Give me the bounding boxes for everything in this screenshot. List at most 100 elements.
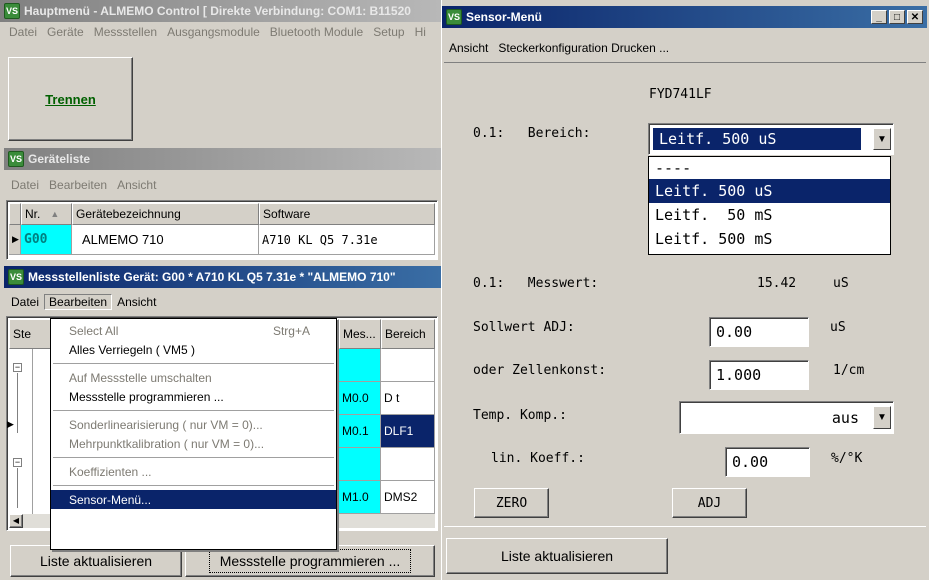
setpoint-input[interactable]: 0.00 [709,317,809,347]
close-icon[interactable]: ✕ [907,10,923,24]
lin-coeff-input[interactable]: 0.00 [725,447,810,477]
channel-menu-bearbeiten[interactable]: Bearbeiten [44,294,113,310]
adj-button[interactable]: ADJ [672,488,747,518]
table-row[interactable]: ▶ G00 ALMEMO 710 A710 KL Q5 7.31e [9,225,435,255]
setpoint-label: Sollwert ADJ: [473,320,575,335]
menu-item-select-all[interactable]: Select All Strg+A [51,321,336,340]
col-header-geraetebezeichnung[interactable]: Gerätebezeichnung [72,203,259,225]
disconnect-button[interactable]: Trennen [8,57,133,141]
col-header-mes[interactable]: Mes... [339,319,381,349]
sensor-window-titlebar[interactable]: VS Sensor-Menü _ □ ✕ [442,6,927,28]
range-dropdown-value: Leitf. 500 uS [653,128,861,150]
lin-coeff-unit: %/°K [831,451,863,466]
menu-item-special-linearization[interactable]: Sonderlinearisierung ( nur VM = 0)... [51,415,336,434]
channel-list-titlebar[interactable]: VS Messstellenliste Gerät: G00 * A710 KL… [4,266,441,288]
menu-item-program-channel[interactable]: Messstelle programmieren ... [51,387,336,406]
setpoint-unit: uS [830,320,846,335]
bereich-cell[interactable]: D t [381,382,435,415]
menu-separator [53,485,334,486]
measured-label: 0.1: Messwert: [473,276,599,291]
device-menu-bearbeiten[interactable]: Bearbeiten [44,178,112,192]
range-option[interactable]: Leitf. 500 mS [649,227,890,251]
tree-collapse-icon[interactable]: − [13,458,22,467]
range-option-selected[interactable]: Leitf. 500 uS [649,179,890,203]
temp-comp-dropdown[interactable]: aus ▼ [679,401,894,434]
device-menu-ansicht[interactable]: Ansicht [112,178,161,192]
menu-item-lock-all[interactable]: Alles Verriegeln ( VM5 ) [51,340,336,359]
device-grid-corner [9,203,21,225]
device-list-icon: VS [8,151,24,167]
device-list-title: Geräteliste [28,152,91,166]
sensor-name: FYD741LF [649,87,712,102]
bereich-cell-selected[interactable]: DLF1 [381,415,435,448]
sensor-app-icon: VS [446,9,462,25]
channel-menu-ansicht[interactable]: Ansicht [112,295,161,309]
menu-datei[interactable]: Datei [4,25,42,39]
device-nr-cell[interactable]: G00 [21,225,72,255]
sensor-menu-print-config[interactable]: Steckerkonfiguration Drucken ... [493,41,674,55]
temp-comp-label: Temp. Komp.: [473,408,567,423]
col-header-software[interactable]: Software [259,203,435,225]
mes-cell[interactable]: M0.0 [339,382,381,415]
sensor-panel: FYD741LF 0.1: Bereich: Leitf. 500 uS ▼ -… [444,62,926,527]
cell-constant-input[interactable]: 1.000 [709,360,809,390]
mes-cell[interactable] [339,349,381,382]
temp-comp-arrow-icon[interactable]: ▼ [873,406,891,429]
col-header-bereich[interactable]: Bereich [381,319,435,349]
device-software-cell[interactable]: A710 KL Q5 7.31e [259,225,435,255]
main-window-titlebar[interactable]: VS Hauptmenü - ALMEMO Control [ Direkte … [0,0,441,22]
zero-button[interactable]: ZERO [474,488,549,518]
cell-constant-label: oder Zellenkonst: [473,363,607,378]
device-menu-datei[interactable]: Datei [6,178,44,192]
col-header-nr[interactable]: Nr. ▲ [21,203,72,225]
main-menubar: Datei Geräte Messstellen Ausgangsmodule … [4,22,441,42]
range-option[interactable]: Leitf. 50 mS [649,203,890,227]
sensor-menubar: Ansicht Steckerkonfiguration Drucken ... [444,38,924,58]
channel-list-menubar: Datei Bearbeiten Ansicht [6,292,436,312]
tree-collapse-icon[interactable]: − [13,363,22,372]
menu-hilfe[interactable]: Hi [410,25,431,39]
channel-list-title: Messstellenliste Gerät: G00 * A710 KL Q5… [28,270,396,284]
tree-line [17,373,18,433]
mes-cell[interactable] [339,448,381,481]
menu-ausgangsmodule[interactable]: Ausgangsmodule [162,25,265,39]
sensor-menu-ansicht[interactable]: Ansicht [444,41,493,55]
menu-item-sensor-menu[interactable]: Sensor-Menü... [51,490,336,509]
measured-value: 15.42 [757,276,797,291]
window-controls: _ □ ✕ [869,10,923,24]
menu-geraete[interactable]: Geräte [42,25,89,39]
device-name-cell[interactable]: ALMEMO 710 [72,225,259,255]
menu-bluetooth-module[interactable]: Bluetooth Module [265,25,368,39]
menu-separator [53,410,334,411]
sensor-refresh-button[interactable]: Liste aktualisieren [446,538,668,574]
maximize-icon[interactable]: □ [889,10,905,24]
bereich-cell[interactable] [381,448,435,481]
range-label: 0.1: Bereich: [473,126,591,141]
menu-item-multipoint-calibration[interactable]: Mehrpunktkalibration ( nur VM = 0)... [51,434,336,453]
main-window: VS Hauptmenü - ALMEMO Control [ Direkte … [0,0,441,580]
range-dropdown-arrow-icon[interactable]: ▼ [873,128,891,150]
tree-column: − ▶ − [7,349,33,514]
mes-cell[interactable]: M1.0 [339,481,381,514]
channel-menu-datei[interactable]: Datei [6,295,44,309]
menu-setup[interactable]: Setup [368,25,409,39]
cell-constant-unit: 1/cm [833,363,865,378]
menu-separator [53,457,334,458]
mes-cell[interactable]: M0.1 [339,415,381,448]
bereich-cell[interactable]: DMS2 [381,481,435,514]
sort-icon: ▲ [50,209,60,219]
bereich-cell[interactable] [381,349,435,382]
device-list-titlebar[interactable]: VS Geräteliste [4,148,441,170]
range-dropdown[interactable]: Leitf. 500 uS ▼ [648,123,894,155]
main-window-title: Hauptmenü - ALMEMO Control [ Direkte Ver… [24,4,411,18]
tree-line [17,468,18,508]
range-option[interactable]: ---- [649,157,890,179]
menu-separator [53,363,334,364]
measured-unit: uS [833,276,849,291]
menu-item-switch-channel[interactable]: Auf Messstelle umschalten [51,368,336,387]
menu-messstellen[interactable]: Messstellen [89,25,162,39]
minimize-icon[interactable]: _ [871,10,887,24]
sensor-window-title: Sensor-Menü [466,10,543,24]
menu-item-coefficients[interactable]: Koeffizienten ... [51,462,336,481]
scroll-left-icon[interactable]: ◀ [9,514,23,528]
